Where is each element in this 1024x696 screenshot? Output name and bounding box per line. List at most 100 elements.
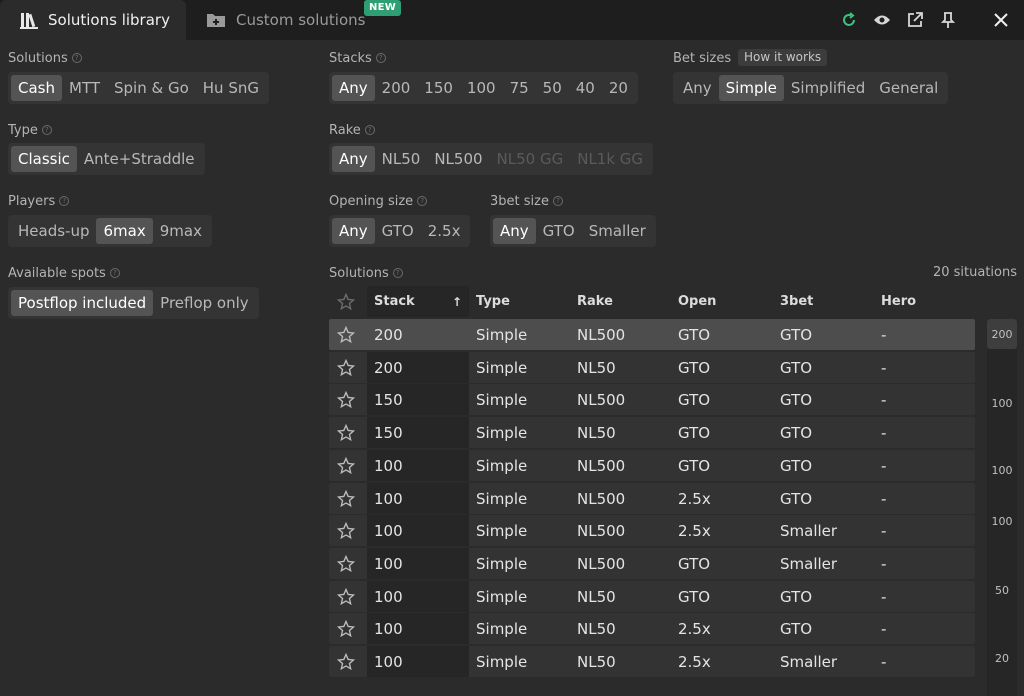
help-icon[interactable]: ? <box>71 53 82 63</box>
help-icon[interactable]: ? <box>364 125 375 135</box>
refresh-icon[interactable] <box>839 10 859 30</box>
option-gto[interactable]: GTO <box>536 218 582 244</box>
option-any[interactable]: Any <box>332 218 375 244</box>
option-spin-go[interactable]: Spin & Go <box>107 75 196 101</box>
option-75[interactable]: 75 <box>503 75 536 101</box>
table-row[interactable]: 100 Simple NL50 2.5x GTO - <box>329 613 975 644</box>
option-preflop-only[interactable]: Preflop only <box>153 290 256 316</box>
column-hero[interactable]: Hero <box>881 286 916 317</box>
option-classic[interactable]: Classic <box>11 146 77 172</box>
close-icon[interactable] <box>991 10 1011 30</box>
tab-custom-solutions[interactable]: Custom solutions <box>206 0 376 40</box>
table-row[interactable]: 100 Simple NL500 GTO GTO - <box>329 450 975 481</box>
scroll-index-label[interactable]: 50 <box>987 584 1017 597</box>
option-postflop-included[interactable]: Postflop included <box>11 290 154 316</box>
option-any[interactable]: Any <box>493 218 536 244</box>
favorite-star-icon[interactable] <box>336 325 356 344</box>
scroll-index-label[interactable]: 20 <box>987 652 1017 665</box>
scroll-index-label[interactable]: 100 <box>987 397 1017 410</box>
option-smaller[interactable]: Smaller <box>582 218 653 244</box>
table-row[interactable]: 200 Simple NL500 GTO GTO - <box>329 319 975 350</box>
option-6max[interactable]: 6max <box>96 218 153 244</box>
pin-icon[interactable] <box>938 10 958 30</box>
option-heads-up[interactable]: Heads-up <box>11 218 96 244</box>
cell-3bet: Smaller <box>780 554 838 573</box>
option-100[interactable]: 100 <box>460 75 503 101</box>
scroll-index-label[interactable]: 200 <box>987 328 1017 341</box>
star-header-icon[interactable] <box>337 286 355 317</box>
table-row[interactable]: 100 Simple NL50 GTO GTO - <box>329 581 975 612</box>
scroll-index-label[interactable]: 100 <box>987 464 1017 477</box>
table-row[interactable]: 150 Simple NL50 GTO GTO - <box>329 417 975 448</box>
table-row[interactable]: 100 Simple NL500 2.5x GTO - <box>329 483 975 514</box>
column-stack[interactable]: Stack <box>374 286 415 317</box>
option-gto[interactable]: GTO <box>375 218 421 244</box>
option-mtt[interactable]: MTT <box>62 75 107 101</box>
option-simplified[interactable]: Simplified <box>784 75 872 101</box>
table-row[interactable]: 200 Simple NL50 GTO GTO - <box>329 352 975 383</box>
favorite-star-icon[interactable] <box>336 521 356 540</box>
table-row[interactable]: 100 Simple NL500 2.5x Smaller - <box>329 515 975 546</box>
favorite-star-icon[interactable] <box>336 619 356 638</box>
favorite-star-icon[interactable] <box>336 358 356 377</box>
option-2-5x[interactable]: 2.5x <box>421 218 468 244</box>
option-150[interactable]: 150 <box>417 75 460 101</box>
help-icon[interactable]: ? <box>109 268 120 278</box>
cell-hero: - <box>881 554 887 573</box>
favorite-star-icon[interactable] <box>336 652 356 671</box>
cell-type: Simple <box>476 325 528 344</box>
external-link-icon[interactable] <box>905 10 925 30</box>
tab-solutions-library[interactable]: Solutions library <box>0 0 186 40</box>
scroll-index-track[interactable] <box>987 319 1017 696</box>
favorite-star-icon[interactable] <box>336 456 356 475</box>
option-nl50[interactable]: NL50 <box>375 146 428 172</box>
cell-rake: NL50 <box>577 652 616 671</box>
option-general[interactable]: General <box>872 75 945 101</box>
option-20[interactable]: 20 <box>602 75 635 101</box>
column-rake[interactable]: Rake <box>577 286 613 317</box>
option-9max[interactable]: 9max <box>153 218 209 244</box>
column-type[interactable]: Type <box>476 286 510 317</box>
favorite-star-icon[interactable] <box>336 489 356 508</box>
help-icon[interactable]: ? <box>417 196 428 206</box>
eye-icon[interactable] <box>872 10 892 30</box>
option-nl500[interactable]: NL500 <box>427 146 489 172</box>
help-icon[interactable]: ? <box>392 268 403 278</box>
option-any[interactable]: Any <box>332 146 375 172</box>
help-icon[interactable]: ? <box>552 196 563 206</box>
option-simple[interactable]: Simple <box>718 75 784 101</box>
favorite-star-icon[interactable] <box>336 587 356 606</box>
favorite-star-icon[interactable] <box>336 390 356 409</box>
cell-rake: NL50 <box>577 587 616 606</box>
option-200[interactable]: 200 <box>375 75 418 101</box>
option-40[interactable]: 40 <box>569 75 602 101</box>
sort-arrow-icon[interactable]: ↑ <box>452 286 462 317</box>
label-text: Solutions <box>329 265 389 281</box>
cell-open: GTO <box>678 390 711 409</box>
cell-rake: NL500 <box>577 521 626 540</box>
stacks-filter-label: Stacks? <box>329 50 386 66</box>
option-50[interactable]: 50 <box>536 75 569 101</box>
threebet-size-label: 3bet size? <box>490 193 563 209</box>
label-text: Type <box>8 122 38 138</box>
table-row[interactable]: 150 Simple NL500 GTO GTO - <box>329 384 975 415</box>
cell-stack: 100 <box>374 619 403 638</box>
option-hu-sng[interactable]: Hu SnG <box>196 75 266 101</box>
cell-type: Simple <box>476 489 528 508</box>
option-cash[interactable]: Cash <box>11 75 62 101</box>
favorite-star-icon[interactable] <box>336 423 356 442</box>
help-icon[interactable]: ? <box>59 196 70 206</box>
help-icon[interactable]: ? <box>375 53 386 63</box>
how-it-works-link[interactable]: How it works <box>738 49 828 66</box>
option-any[interactable]: Any <box>676 75 719 101</box>
cell-3bet: GTO <box>780 390 813 409</box>
column-3bet[interactable]: 3bet <box>780 286 813 317</box>
column-open[interactable]: Open <box>678 286 716 317</box>
scroll-index-label[interactable]: 100 <box>987 515 1017 528</box>
help-icon[interactable]: ? <box>41 125 52 135</box>
option-any[interactable]: Any <box>332 75 375 101</box>
option-ante-straddle[interactable]: Ante+Straddle <box>77 146 202 172</box>
table-row[interactable]: 100 Simple NL50 2.5x Smaller - <box>329 646 975 677</box>
table-row[interactable]: 100 Simple NL500 GTO Smaller - <box>329 548 975 579</box>
favorite-star-icon[interactable] <box>336 554 356 573</box>
